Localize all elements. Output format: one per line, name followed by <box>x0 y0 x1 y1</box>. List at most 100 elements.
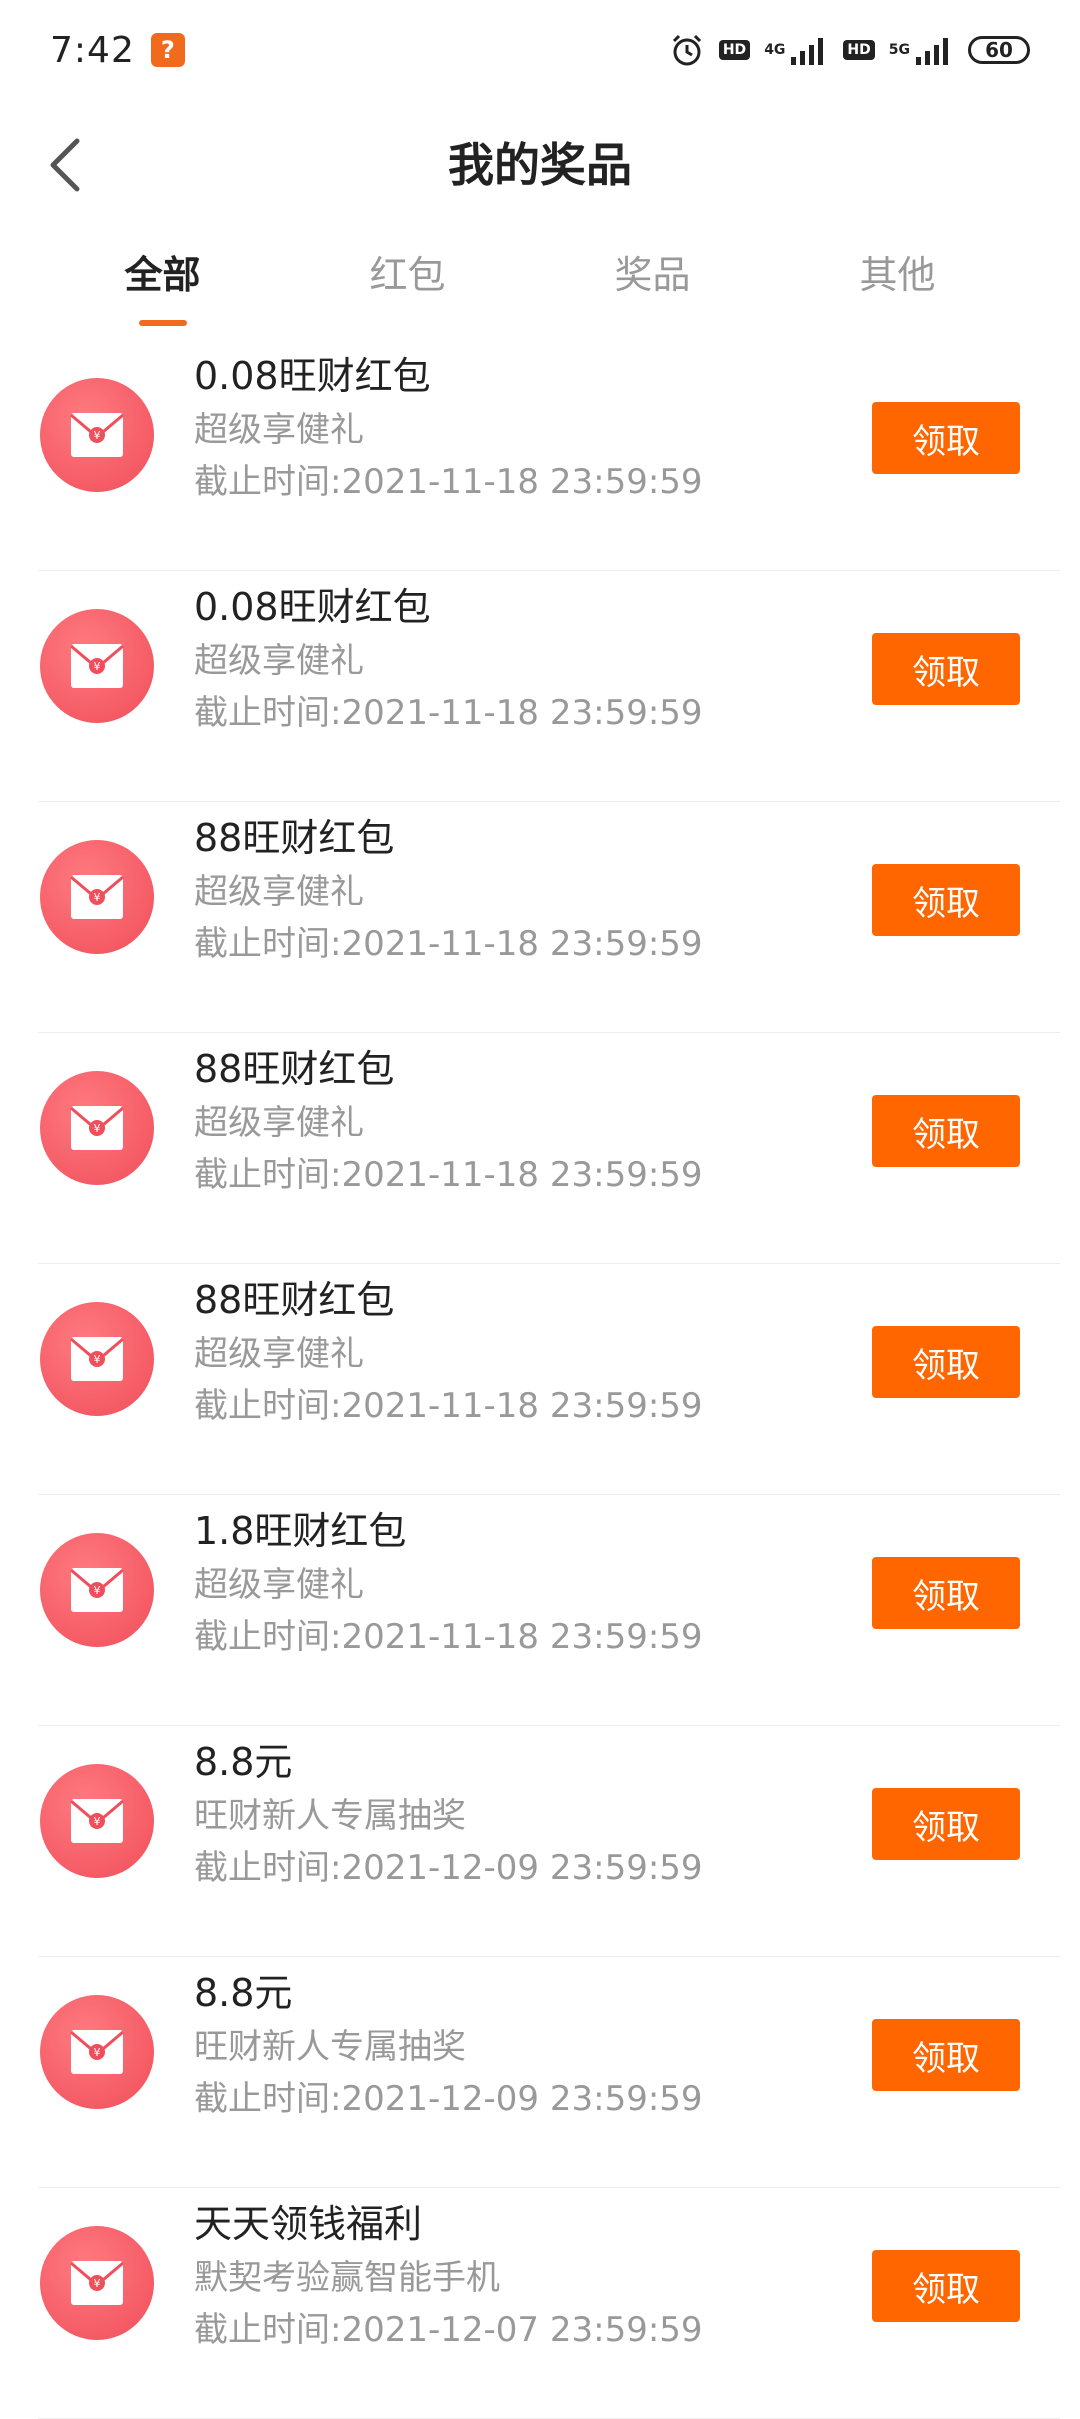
envelope-glyph-icon: ¥ <box>70 413 124 457</box>
red-envelope-icon: ¥ <box>40 1071 154 1185</box>
red-envelope-icon: ¥ <box>40 378 154 492</box>
svg-text:¥: ¥ <box>94 891 101 904</box>
prize-name: 88旺财红包 <box>194 1047 395 1091</box>
prize-list-item: ¥ 天天领钱福利 默契考验赢智能手机 截止时间:2021-12-07 23:59… <box>38 2188 1060 2419</box>
alarm-icon <box>672 34 701 66</box>
prize-source: 超级享健礼 <box>194 641 364 681</box>
red-envelope-icon: ¥ <box>40 2226 154 2340</box>
tab-bar: 全部 红包 奖品 其他 <box>0 240 1080 330</box>
tab-all[interactable]: 全部 <box>40 240 285 330</box>
prize-deadline: 截止时间:2021-11-18 23:59:59 <box>194 1386 703 1426</box>
prize-list-item: ¥ 1.8旺财红包 超级享健礼 截止时间:2021-11-18 23:59:59… <box>38 1495 1060 1726</box>
claim-button[interactable]: 领取 <box>872 2250 1020 2322</box>
svg-text:¥: ¥ <box>94 2046 101 2059</box>
prize-deadline: 截止时间:2021-12-09 23:59:59 <box>194 2079 703 2119</box>
envelope-glyph-icon: ¥ <box>70 2261 124 2305</box>
prize-name: 1.8旺财红包 <box>194 1509 407 1553</box>
red-envelope-icon: ¥ <box>40 1533 154 1647</box>
prize-source: 超级享健礼 <box>194 1334 364 1374</box>
tab-other[interactable]: 其他 <box>775 240 1020 330</box>
status-time: 7:42 <box>50 29 135 71</box>
signal-icon-2 <box>916 38 948 65</box>
red-envelope-icon: ¥ <box>40 1995 154 2109</box>
page-title: 我的奖品 <box>448 138 632 192</box>
envelope-glyph-icon: ¥ <box>70 2030 124 2074</box>
tab-label: 其他 <box>859 253 936 297</box>
prize-source: 超级享健礼 <box>194 410 364 450</box>
claim-button[interactable]: 领取 <box>872 1326 1020 1398</box>
prize-deadline: 截止时间:2021-11-18 23:59:59 <box>194 1617 703 1657</box>
prize-name: 88旺财红包 <box>194 816 395 860</box>
prize-name: 8.8元 <box>194 1971 293 2015</box>
envelope-glyph-icon: ¥ <box>70 1337 124 1381</box>
red-envelope-icon: ¥ <box>40 609 154 723</box>
status-bar: 7:42 ? HD 4G HD 5G 60 <box>0 0 1080 100</box>
prize-source: 超级享健礼 <box>194 1565 364 1605</box>
prize-deadline: 截止时间:2021-11-18 23:59:59 <box>194 1155 703 1195</box>
prize-deadline: 截止时间:2021-12-09 23:59:59 <box>194 1848 703 1888</box>
red-envelope-icon: ¥ <box>40 840 154 954</box>
prize-text: 天天领钱福利 默契考验赢智能手机 截止时间:2021-12-07 23:59:5… <box>194 2196 703 2356</box>
claim-button[interactable]: 领取 <box>872 633 1020 705</box>
tab-label: 红包 <box>369 253 446 297</box>
svg-text:¥: ¥ <box>94 1122 101 1135</box>
tab-active-indicator <box>138 320 187 326</box>
prize-text: 0.08旺财红包 超级享健礼 截止时间:2021-11-18 23:59:59 <box>194 348 703 508</box>
red-envelope-icon: ¥ <box>40 1764 154 1878</box>
claim-button[interactable]: 领取 <box>872 1557 1020 1629</box>
prize-list-item: ¥ 8.8元 旺财新人专属抽奖 截止时间:2021-12-09 23:59:59… <box>38 1726 1060 1957</box>
claim-button[interactable]: 领取 <box>872 1788 1020 1860</box>
red-envelope-icon: ¥ <box>40 1302 154 1416</box>
svg-text:¥: ¥ <box>94 660 101 673</box>
envelope-glyph-icon: ¥ <box>70 644 124 688</box>
status-icons: HD 4G HD 5G 60 <box>669 32 1030 68</box>
prize-list-item: ¥ 0.08旺财红包 超级享健礼 截止时间:2021-11-18 23:59:5… <box>38 340 1060 571</box>
svg-text:¥: ¥ <box>94 429 101 442</box>
prize-deadline: 截止时间:2021-11-18 23:59:59 <box>194 693 703 733</box>
prize-text: 8.8元 旺财新人专属抽奖 截止时间:2021-12-09 23:59:59 <box>194 1965 703 2125</box>
svg-text:¥: ¥ <box>94 1353 101 1366</box>
prize-deadline: 截止时间:2021-11-18 23:59:59 <box>194 462 703 502</box>
prize-text: 8.8元 旺财新人专属抽奖 截止时间:2021-12-09 23:59:59 <box>194 1734 703 1894</box>
tab-prizes[interactable]: 奖品 <box>530 240 775 330</box>
network-5g-label: 5G <box>888 42 910 58</box>
prize-text: 88旺财红包 超级享健礼 截止时间:2021-11-18 23:59:59 <box>194 810 703 970</box>
prize-name: 天天领钱福利 <box>194 2202 423 2246</box>
prize-deadline: 截止时间:2021-11-18 23:59:59 <box>194 924 703 964</box>
battery-indicator: 60 <box>968 36 1030 64</box>
prize-list-item: ¥ 8.8元 旺财新人专属抽奖 截止时间:2021-12-09 23:59:59… <box>38 1957 1060 2188</box>
signal-icon <box>791 38 824 65</box>
header: 我的奖品 <box>0 100 1080 230</box>
envelope-glyph-icon: ¥ <box>70 875 124 919</box>
app-notification-icon: ? <box>150 33 185 67</box>
tab-red-packet[interactable]: 红包 <box>285 240 530 330</box>
envelope-glyph-icon: ¥ <box>70 1799 124 1843</box>
prize-source: 超级享健礼 <box>194 1103 364 1143</box>
claim-button[interactable]: 领取 <box>872 2019 1020 2091</box>
prize-text: 88旺财红包 超级享健礼 截止时间:2021-11-18 23:59:59 <box>194 1041 703 1201</box>
prize-list-item: ¥ 88旺财红包 超级享健礼 截止时间:2021-11-18 23:59:59 … <box>38 802 1060 1033</box>
svg-text:¥: ¥ <box>94 2277 101 2290</box>
tab-label: 全部 <box>124 253 201 297</box>
prize-name: 0.08旺财红包 <box>194 585 431 629</box>
claim-button[interactable]: 领取 <box>872 402 1020 474</box>
claim-button[interactable]: 领取 <box>872 1095 1020 1167</box>
prize-deadline: 截止时间:2021-12-07 23:59:59 <box>194 2310 703 2350</box>
prize-name: 0.08旺财红包 <box>194 354 431 398</box>
hd-badge: HD <box>718 40 751 60</box>
prize-text: 1.8旺财红包 超级享健礼 截止时间:2021-11-18 23:59:59 <box>194 1503 703 1663</box>
prize-list-item: ¥ 0.08旺财红包 超级享健礼 截止时间:2021-11-18 23:59:5… <box>38 571 1060 802</box>
prize-list: ¥ 0.08旺财红包 超级享健礼 截止时间:2021-11-18 23:59:5… <box>0 340 1080 2419</box>
claim-button[interactable]: 领取 <box>872 864 1020 936</box>
envelope-glyph-icon: ¥ <box>70 1106 124 1150</box>
svg-text:¥: ¥ <box>94 1584 101 1597</box>
prize-name: 8.8元 <box>194 1740 293 1784</box>
tab-label: 奖品 <box>614 253 691 297</box>
hd-badge-2: HD <box>843 40 875 60</box>
prize-list-item: ¥ 88旺财红包 超级享健礼 截止时间:2021-11-18 23:59:59 … <box>38 1264 1060 1495</box>
prize-text: 88旺财红包 超级享健礼 截止时间:2021-11-18 23:59:59 <box>194 1272 703 1432</box>
network-4g-label: 4G <box>764 42 786 58</box>
prize-source: 旺财新人专属抽奖 <box>194 1796 466 1836</box>
prize-source: 旺财新人专属抽奖 <box>194 2027 466 2067</box>
prize-name: 88旺财红包 <box>194 1278 395 1322</box>
